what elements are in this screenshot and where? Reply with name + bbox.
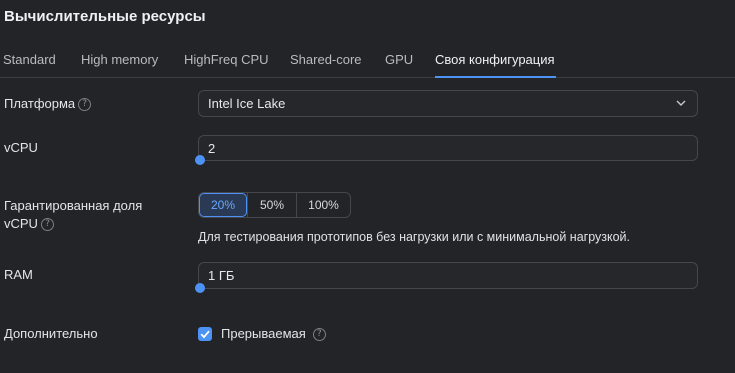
- chevron-down-icon: [676, 100, 686, 106]
- guaranteed-share-selector: 20% 50% 100%: [198, 192, 351, 218]
- tab-highfreq-cpu[interactable]: HighFreq CPU: [184, 52, 269, 67]
- tab-standard[interactable]: Standard: [3, 52, 56, 67]
- help-icon[interactable]: ?: [40, 218, 54, 232]
- platform-select[interactable]: Intel Ice Lake: [198, 90, 698, 117]
- tab-gpu[interactable]: GPU: [385, 52, 413, 67]
- platform-label: Платформа: [4, 96, 76, 111]
- checkmark-icon: [200, 330, 210, 339]
- ram-label: RAM: [4, 267, 33, 282]
- tab-shared-core[interactable]: Shared-core: [290, 52, 362, 67]
- platform-value: Intel Ice Lake: [208, 96, 286, 111]
- vcpu-label: vCPU: [4, 140, 38, 155]
- ram-input[interactable]: 1 ГБ: [195, 262, 698, 293]
- guaranteed-share-label: Гарантированная доля vCPU?: [4, 197, 142, 233]
- ram-value: 1 ГБ: [208, 268, 235, 283]
- guaranteed-share-label-line2: vCPU: [4, 216, 38, 231]
- share-option-20[interactable]: 20%: [199, 193, 247, 217]
- help-icon[interactable]: ?: [312, 328, 326, 342]
- active-tab-indicator: [435, 76, 556, 78]
- ram-slider-handle[interactable]: [195, 283, 205, 293]
- tabs-bar: Standard High memory HighFreq CPU Shared…: [0, 44, 735, 78]
- share-option-50[interactable]: 50%: [247, 193, 296, 217]
- guaranteed-share-hint: Для тестирования прототипов без нагрузки…: [198, 230, 631, 244]
- vcpu-input[interactable]: 2: [195, 135, 698, 165]
- preemptible-row: Прерываемая?: [221, 326, 326, 342]
- preemptible-checkbox[interactable]: [198, 327, 212, 341]
- additional-label: Дополнительно: [4, 326, 98, 341]
- vcpu-slider-handle[interactable]: [195, 155, 205, 165]
- tab-high-memory[interactable]: High memory: [81, 52, 158, 67]
- guaranteed-share-label-line1: Гарантированная доля: [4, 198, 143, 213]
- tab-custom-config[interactable]: Своя конфигурация: [435, 52, 555, 67]
- preemptible-label[interactable]: Прерываемая: [221, 326, 306, 341]
- vcpu-value: 2: [208, 141, 216, 156]
- platform-label-row: Платформа?: [4, 95, 92, 113]
- help-icon[interactable]: ?: [78, 98, 92, 112]
- page-title: Вычислительные ресурсы: [4, 8, 206, 25]
- share-option-100[interactable]: 100%: [296, 193, 350, 217]
